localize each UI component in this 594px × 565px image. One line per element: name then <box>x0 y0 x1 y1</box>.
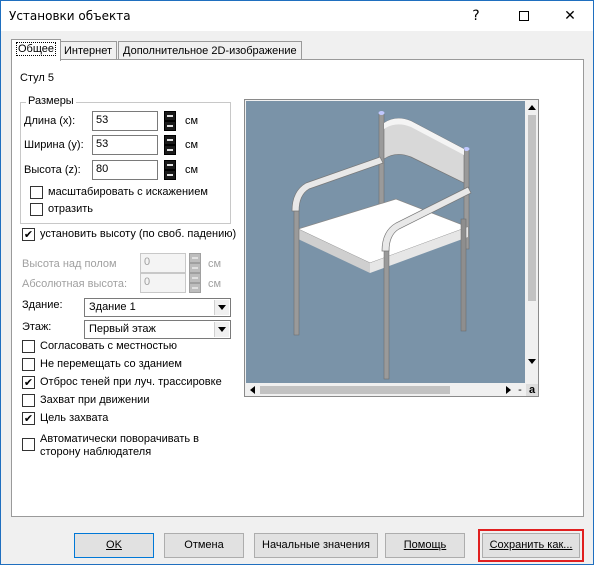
building-value: Здание 1 <box>89 301 136 313</box>
floor-height-unit: см <box>208 258 222 270</box>
checkmark-icon: ✔ <box>23 228 34 241</box>
tab-internet[interactable]: Интернет <box>59 41 117 61</box>
storey-select[interactable]: Первый этаж <box>84 320 231 339</box>
question-icon: ? <box>472 8 480 24</box>
auto-rotate-checkbox[interactable] <box>22 438 35 451</box>
maximize-icon <box>519 11 529 21</box>
floor-height-spinner[interactable] <box>189 253 201 273</box>
sizes-legend: Размеры <box>26 95 76 107</box>
window-title: Установки объекта <box>9 9 131 23</box>
defaults-button-label: Начальные значения <box>262 539 370 551</box>
chevron-down-icon <box>214 322 229 337</box>
checkmark-icon: ✔ <box>23 412 34 425</box>
tab-2d-image-label: Дополнительное 2D-изображение <box>123 45 297 57</box>
tab-internet-label: Интернет <box>64 45 112 57</box>
length-unit: см <box>185 115 199 127</box>
close-button[interactable]: ✕ <box>547 1 593 31</box>
building-label: Здание: <box>22 299 63 311</box>
title-bar: Установки объекта ? ✕ <box>1 1 593 31</box>
tab-general-label: Общее <box>16 42 57 56</box>
ok-button-label: OK <box>106 539 122 551</box>
height-label: Высота (z): <box>24 164 81 176</box>
set-height-checkbox[interactable]: ✔ <box>22 228 35 241</box>
help-title-button[interactable]: ? <box>453 1 499 31</box>
terrain-label: Согласовать с местностью <box>40 340 178 352</box>
height-spinner[interactable] <box>164 160 176 180</box>
save-as-button-label: Сохранить как... <box>489 539 573 551</box>
checkmark-icon: ✔ <box>23 376 34 389</box>
object-preview[interactable]: - a <box>244 99 539 397</box>
cast-shadows-checkbox[interactable]: ✔ <box>22 376 35 389</box>
floor-height-input[interactable]: 0 <box>140 253 186 273</box>
auto-rotate-label-line1: Автоматически поворачивать в <box>40 433 200 445</box>
help-button[interactable]: Помощь <box>385 533 465 558</box>
length-spinner[interactable] <box>164 111 176 131</box>
defaults-button[interactable]: Начальные значения <box>254 533 378 558</box>
close-icon: ✕ <box>564 8 576 24</box>
tab-2d-image[interactable]: Дополнительное 2D-изображение <box>118 41 302 61</box>
no-move-with-building-label: Не перемещать со зданием <box>40 358 182 370</box>
capture-on-move-label: Захват при движении <box>40 394 150 406</box>
scale-distort-checkbox[interactable] <box>30 186 43 199</box>
cast-shadows-label: Отброс теней при луч. трассировке <box>40 376 222 388</box>
mirror-label: отразить <box>48 203 93 215</box>
cancel-button[interactable]: Отмена <box>164 533 244 558</box>
width-input[interactable]: 53 <box>92 135 158 155</box>
scale-distort-label: масштабировать с искажением <box>48 186 208 198</box>
no-move-with-building-checkbox[interactable] <box>22 358 35 371</box>
storey-label: Этаж: <box>22 321 52 333</box>
vertical-scroll-thumb[interactable] <box>528 115 536 301</box>
set-height-label: установить высоту (по своб. падению) <box>40 228 237 240</box>
save-as-button[interactable]: Сохранить как... <box>482 533 580 558</box>
absolute-height-input[interactable]: 0 <box>140 273 186 293</box>
help-button-label: Помощь <box>403 539 447 551</box>
floor-height-label: Высота над полом <box>22 258 117 270</box>
terrain-checkbox[interactable] <box>22 340 35 353</box>
scroll-down-icon[interactable] <box>526 355 538 367</box>
absolute-height-unit: см <box>208 278 222 290</box>
capture-target-checkbox[interactable]: ✔ <box>22 412 35 425</box>
scroll-up-icon[interactable] <box>526 101 538 113</box>
absolute-height-label: Абсолютная высота: <box>22 278 128 290</box>
width-unit: см <box>185 139 199 151</box>
height-unit: см <box>185 164 199 176</box>
preview-vertical-scrollbar[interactable] <box>526 101 538 383</box>
capture-on-move-checkbox[interactable] <box>22 394 35 407</box>
chevron-down-icon <box>214 300 229 315</box>
tab-general[interactable]: Общее <box>11 39 62 61</box>
ok-button[interactable]: OK <box>74 533 154 558</box>
mirror-checkbox[interactable] <box>30 203 43 216</box>
chair-preview-image <box>246 101 525 383</box>
cancel-button-label: Отмена <box>184 539 224 551</box>
maximize-button[interactable] <box>501 1 547 31</box>
height-input[interactable]: 80 <box>92 160 158 180</box>
width-spinner[interactable] <box>164 135 176 155</box>
length-input[interactable]: 53 <box>92 111 158 131</box>
object-name: Стул 5 <box>20 72 54 84</box>
dialog-window: Установки объекта ? ✕ Общее Интернет Доп… <box>0 0 594 565</box>
width-label: Ширина (y): <box>24 139 84 151</box>
storey-value: Первый этаж <box>89 323 156 335</box>
scroll-left-icon[interactable] <box>246 384 258 396</box>
scroll-right-icon[interactable] <box>502 384 514 396</box>
horizontal-scroll-thumb[interactable] <box>260 386 450 394</box>
building-select[interactable]: Здание 1 <box>84 298 231 317</box>
auto-rotate-label-line2: сторону наблюдателя <box>40 446 152 458</box>
length-label: Длина (x): <box>24 115 76 127</box>
zoom-out-button[interactable]: - <box>514 384 526 396</box>
absolute-height-spinner[interactable] <box>189 273 201 293</box>
zoom-reset-button[interactable]: a <box>526 384 538 396</box>
preview-horizontal-scrollbar[interactable]: - a <box>246 384 538 396</box>
capture-target-label: Цель захвата <box>40 412 109 424</box>
